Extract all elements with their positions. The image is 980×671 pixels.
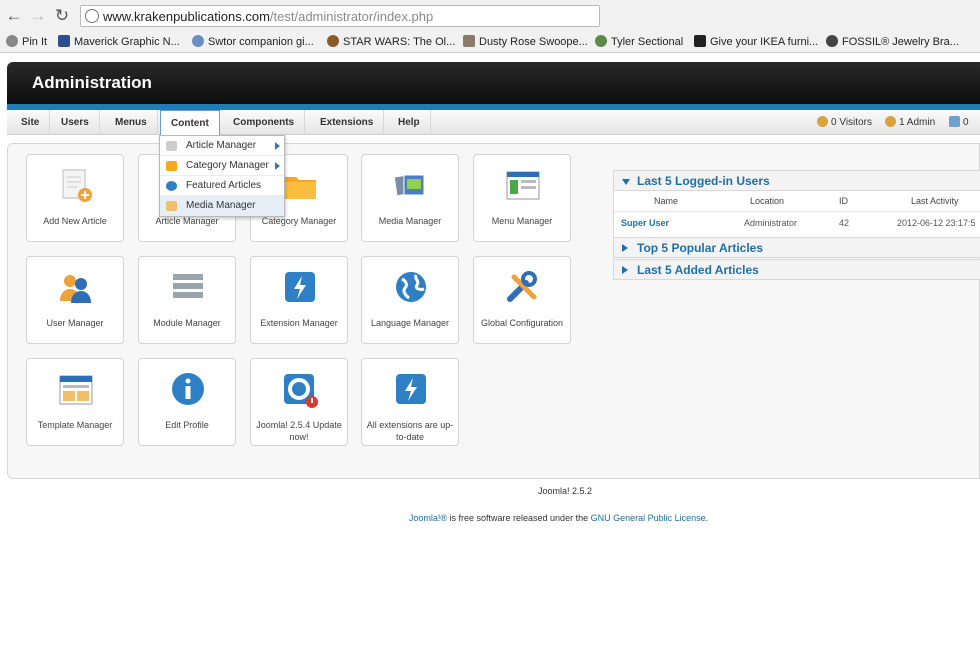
- tile-user-manager[interactable]: User Manager: [26, 256, 124, 344]
- menu-content[interactable]: Content: [160, 110, 220, 135]
- media-icon: [166, 201, 177, 211]
- column-id: ID: [839, 196, 848, 206]
- messages-count[interactable]: 0: [949, 116, 969, 128]
- add-article-icon: [62, 169, 92, 202]
- tile-extension-manager[interactable]: Extension Manager: [250, 256, 348, 344]
- bookmark-icon: [826, 35, 838, 47]
- tools-icon: [507, 271, 537, 302]
- main-menu: Site Users Menus Content Components Exte…: [7, 110, 980, 135]
- globe-icon: [396, 272, 426, 302]
- info-icon: [172, 373, 204, 405]
- lightning-icon: [396, 374, 426, 404]
- pin-icon: [6, 35, 18, 47]
- tile-template-manager[interactable]: Template Manager: [26, 358, 124, 446]
- dropdown-article-manager[interactable]: Article Manager: [160, 136, 284, 156]
- article-icon: [166, 141, 177, 151]
- bookmark-maverick[interactable]: Maverick Graphic N...: [58, 35, 180, 48]
- tile-module-manager[interactable]: Module Manager: [138, 256, 236, 344]
- bookmark-dusty-rose[interactable]: Dusty Rose Swoope...: [463, 35, 588, 48]
- joomla-link[interactable]: Joomla!®: [409, 513, 447, 523]
- bookmark-star-wars[interactable]: STAR WARS: The Ol...: [327, 35, 455, 48]
- user-last-activity: 2012-06-12 23:17:5: [897, 218, 976, 228]
- users-icon: [60, 275, 91, 303]
- tile-joomla-update[interactable]: Joomla! 2.5.4 Update now!: [250, 358, 348, 446]
- collapse-icon: [622, 179, 630, 185]
- star-icon: [166, 181, 177, 191]
- user-id: 42: [839, 218, 850, 228]
- column-location: Location: [750, 196, 785, 206]
- user-location: Administrator: [744, 218, 798, 228]
- messages-icon: [949, 116, 960, 127]
- dropdown-featured-articles[interactable]: Featured Articles: [160, 176, 284, 196]
- menu-users[interactable]: Users: [51, 110, 100, 135]
- menu-site[interactable]: Site: [11, 110, 51, 135]
- menu-manager-icon: [506, 171, 540, 200]
- address-bar[interactable]: www.krakenpublications.com/test/administ…: [80, 5, 600, 27]
- bookmark-ikea[interactable]: Give your IKEA furni...: [694, 35, 818, 48]
- bookmark-swtor[interactable]: Swtor companion gi...: [192, 35, 314, 48]
- reload-icon[interactable]: ↻: [52, 6, 72, 26]
- admin-header: Administration: [7, 62, 980, 106]
- bookmark-icon: [327, 35, 339, 47]
- page-info-icon: [85, 9, 99, 23]
- tile-global-configuration[interactable]: Global Configuration: [473, 256, 571, 344]
- admins-count[interactable]: 1 Admin: [885, 116, 935, 128]
- admin-icon: [885, 116, 896, 127]
- license-text: Joomla!® is free software released under…: [408, 513, 709, 523]
- bookmark-fossil[interactable]: FOSSIL® Jewelry Bra...: [826, 35, 959, 48]
- bookmark-icon: [595, 35, 607, 47]
- tile-extensions-up-to-date[interactable]: All extensions are up-to-date: [361, 358, 459, 446]
- bookmark-tyler[interactable]: Tyler Sectional: [595, 35, 683, 48]
- page-title: Administration: [32, 73, 152, 92]
- browser-toolbar: ← → ↻ www.krakenpublications.com/test/ad…: [0, 0, 980, 33]
- media-icon: [394, 174, 425, 196]
- template-icon: [59, 375, 93, 405]
- bookmark-icon: [58, 35, 70, 47]
- bookmark-icon: [694, 35, 706, 47]
- expand-icon: [622, 244, 628, 252]
- tile-media-manager[interactable]: Media Manager: [361, 154, 459, 242]
- lightning-icon: [285, 272, 315, 302]
- joomla-icon: [284, 374, 318, 408]
- forward-icon[interactable]: →: [28, 6, 48, 26]
- menu-help[interactable]: Help: [388, 110, 431, 135]
- menu-extensions[interactable]: Extensions: [310, 110, 385, 135]
- back-icon[interactable]: ←: [4, 6, 24, 26]
- bookmarks-bar: Pin It Maverick Graphic N... Swtor compa…: [0, 33, 980, 53]
- user-name-link[interactable]: Super User: [621, 218, 669, 228]
- tile-add-new-article[interactable]: Add New Article: [26, 154, 124, 242]
- content-dropdown: Article Manager Category Manager Feature…: [159, 135, 285, 217]
- column-name: Name: [654, 196, 679, 206]
- tile-menu-manager[interactable]: Menu Manager: [473, 154, 571, 242]
- tile-edit-profile[interactable]: Edit Profile: [138, 358, 236, 446]
- dropdown-media-manager[interactable]: Media Manager: [160, 196, 284, 216]
- menu-menus[interactable]: Menus: [105, 110, 158, 135]
- tile-language-manager[interactable]: Language Manager: [361, 256, 459, 344]
- url-text: www.krakenpublications.com/test/administ…: [103, 9, 434, 24]
- logged-in-users-header[interactable]: Last 5 Logged-in Users: [613, 170, 980, 191]
- submenu-arrow-icon: [275, 162, 280, 170]
- version-text: Joomla! 2.5.2: [537, 486, 593, 496]
- visitors-count[interactable]: 0 Visitors: [817, 116, 872, 128]
- menu-components[interactable]: Components: [223, 110, 306, 135]
- gpl-license-link[interactable]: GNU General Public License: [591, 513, 706, 523]
- module-icon: [173, 274, 203, 298]
- submenu-arrow-icon: [275, 142, 280, 150]
- popular-articles-header[interactable]: Top 5 Popular Articles: [613, 237, 980, 258]
- visitors-icon: [817, 116, 828, 127]
- expand-icon: [622, 266, 628, 274]
- added-articles-header[interactable]: Last 5 Added Articles: [613, 259, 980, 280]
- folder-icon: [284, 177, 316, 199]
- bookmark-pin-it[interactable]: Pin It: [6, 35, 47, 48]
- bookmark-icon: [192, 35, 204, 47]
- folder-icon: [166, 161, 177, 171]
- column-last-activity: Last Activity: [911, 196, 959, 206]
- logged-in-users-table: Name Location ID Last Activity Super Use…: [613, 191, 980, 237]
- bookmark-icon: [463, 35, 475, 47]
- dropdown-category-manager[interactable]: Category Manager: [160, 156, 284, 176]
